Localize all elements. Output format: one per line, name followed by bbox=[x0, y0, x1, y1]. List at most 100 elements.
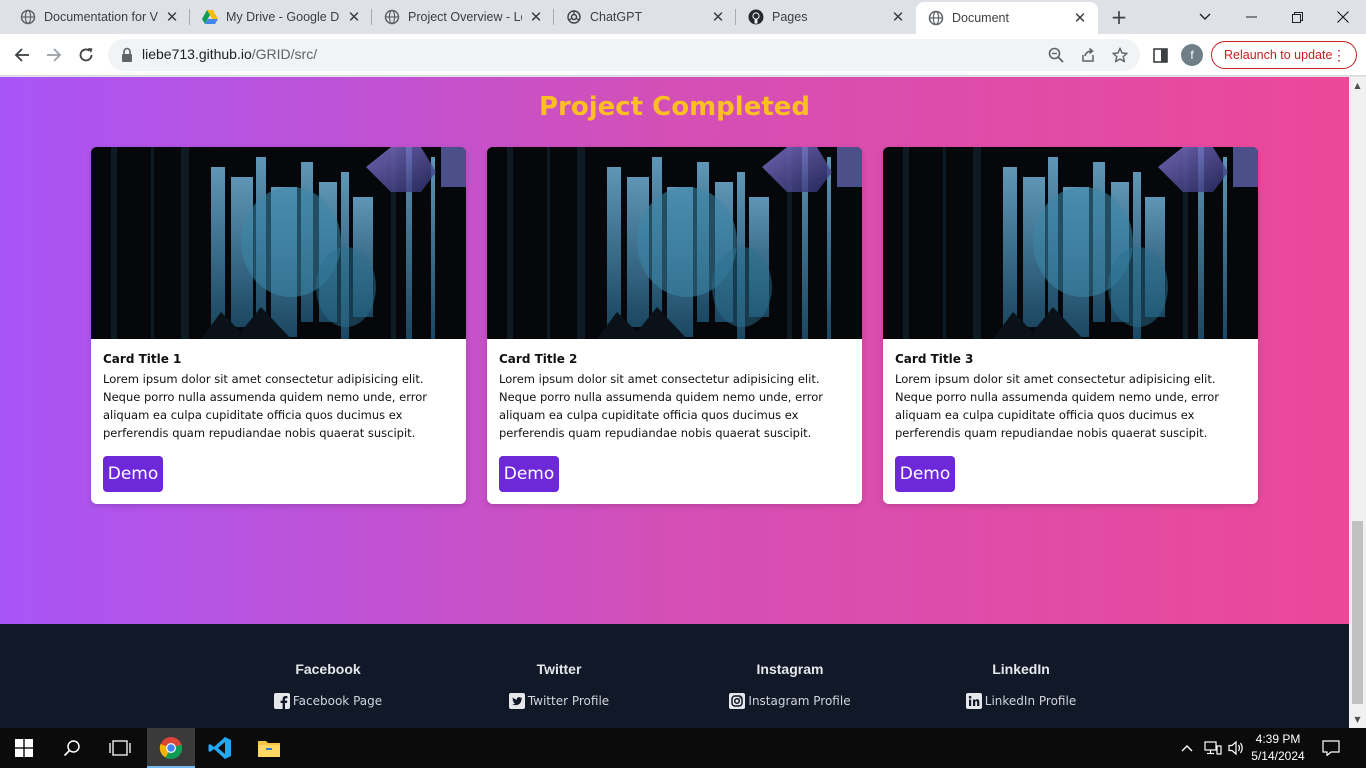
tab-title: ChatGPT bbox=[590, 10, 643, 24]
tab-title: Project Overview - Lo bbox=[408, 10, 522, 24]
address-bar[interactable]: liebe713.github.io/GRID/src/ bbox=[108, 39, 1140, 71]
github-icon bbox=[748, 9, 764, 25]
tab-google-drive[interactable]: My Drive - Google Dr ✕ bbox=[190, 0, 372, 34]
close-tab-icon[interactable]: ✕ bbox=[1072, 9, 1088, 27]
projects-section: Project Completed Card Title 1 Lorem ips… bbox=[0, 77, 1349, 624]
facebook-icon bbox=[273, 693, 290, 709]
new-tab-button[interactable]: + bbox=[1108, 5, 1130, 29]
twitter-link[interactable]: Twitter Profile bbox=[459, 693, 659, 709]
side-panel-button[interactable] bbox=[1147, 42, 1173, 68]
arrow-right-icon bbox=[47, 48, 62, 62]
network-icon[interactable] bbox=[1204, 728, 1222, 768]
tab-title: Document bbox=[952, 11, 1009, 25]
card-image bbox=[883, 147, 1258, 339]
footer-heading: Facebook bbox=[295, 661, 361, 677]
page-scrollbar[interactable]: ▲ ▼ bbox=[1349, 77, 1366, 728]
demo-button[interactable]: Demo bbox=[103, 456, 163, 492]
url-path: /GRID/src/ bbox=[251, 46, 318, 62]
footer-heading: Instagram bbox=[756, 661, 824, 677]
footer-link-label: Twitter Profile bbox=[527, 694, 610, 708]
close-tab-icon[interactable]: ✕ bbox=[528, 8, 544, 26]
reload-button[interactable] bbox=[73, 42, 99, 68]
chatgpt-icon bbox=[566, 9, 582, 25]
volume-icon[interactable] bbox=[1228, 728, 1246, 768]
linkedin-link[interactable]: LinkedIn Profile bbox=[921, 693, 1121, 709]
footer-column-facebook: Facebook Facebook Page bbox=[228, 661, 428, 709]
demo-button[interactable]: Demo bbox=[895, 456, 955, 492]
instagram-icon bbox=[729, 693, 746, 709]
card-image bbox=[91, 147, 466, 339]
google-drive-icon bbox=[202, 9, 218, 25]
footer-column-twitter: Twitter Twitter Profile bbox=[459, 661, 659, 709]
url-host: liebe713.github.io bbox=[142, 46, 252, 62]
scroll-down-arrow-icon[interactable]: ▼ bbox=[1349, 711, 1366, 728]
tab-chatgpt[interactable]: ChatGPT ✕ bbox=[554, 0, 736, 34]
scrollbar-thumb[interactable] bbox=[1352, 521, 1363, 704]
project-card: Card Title 2 Lorem ipsum dolor sit amet … bbox=[487, 147, 862, 504]
vscode-taskbar-button[interactable] bbox=[196, 728, 244, 768]
footer-link-label: Facebook Page bbox=[292, 694, 383, 708]
share-icon[interactable] bbox=[1078, 45, 1098, 65]
tab-search-chevron-down-icon[interactable] bbox=[1182, 0, 1228, 34]
search-icon bbox=[63, 740, 80, 757]
arrow-left-icon bbox=[14, 48, 29, 62]
relaunch-label: Relaunch to update bbox=[1224, 48, 1333, 62]
side-panel-icon bbox=[1152, 47, 1168, 63]
minimize-button[interactable] bbox=[1228, 0, 1274, 34]
back-button[interactable] bbox=[9, 42, 35, 68]
windows-logo-icon bbox=[15, 739, 33, 757]
footer-column-instagram: Instagram Instagram Profile bbox=[690, 661, 890, 709]
taskbar-clock[interactable]: 4:39 PM 5/14/2024 bbox=[1250, 731, 1306, 765]
folder-icon bbox=[258, 741, 280, 757]
browser-toolbar: liebe713.github.io/GRID/src/ f Relaunch … bbox=[0, 34, 1366, 76]
tab-title: Documentation for Vi bbox=[44, 10, 158, 24]
instagram-link[interactable]: Instagram Profile bbox=[690, 693, 890, 709]
file-explorer-taskbar-button[interactable] bbox=[245, 728, 293, 768]
zoom-icon[interactable] bbox=[1046, 45, 1066, 65]
chrome-taskbar-button[interactable] bbox=[147, 728, 195, 768]
scroll-up-arrow-icon[interactable]: ▲ bbox=[1349, 77, 1366, 94]
tab-project-overview[interactable]: Project Overview - Lo ✕ bbox=[372, 0, 554, 34]
bookmark-star-icon[interactable] bbox=[1110, 45, 1130, 65]
footer-link-label: LinkedIn Profile bbox=[984, 694, 1077, 708]
show-hidden-icons-chevron-up-icon[interactable] bbox=[1181, 728, 1197, 768]
task-view-button[interactable] bbox=[96, 728, 144, 768]
close-tab-icon[interactable]: ✕ bbox=[890, 8, 906, 26]
twitter-icon bbox=[508, 693, 525, 709]
card-text: Lorem ipsum dolor sit amet consectetur a… bbox=[895, 372, 1219, 440]
profile-avatar[interactable]: f bbox=[1181, 44, 1203, 66]
clock-time: 4:39 PM bbox=[1255, 732, 1301, 746]
tab-title: Pages bbox=[772, 10, 808, 24]
close-tab-icon[interactable]: ✕ bbox=[164, 8, 180, 26]
card-image bbox=[487, 147, 862, 339]
reload-icon bbox=[79, 48, 93, 62]
browser-tab-strip: Documentation for Vi ✕ My Drive - Google… bbox=[0, 0, 1366, 34]
more-vert-icon[interactable]: ⋮ bbox=[1332, 47, 1346, 63]
close-window-button[interactable] bbox=[1320, 0, 1366, 34]
footer-column-linkedin: LinkedIn LinkedIn Profile bbox=[921, 661, 1121, 709]
windows-taskbar: 4:39 PM 5/14/2024 bbox=[0, 728, 1366, 768]
notifications-icon[interactable] bbox=[1322, 728, 1344, 768]
demo-button[interactable]: Demo bbox=[499, 456, 559, 492]
close-tab-icon[interactable]: ✕ bbox=[710, 8, 726, 26]
section-title: Project Completed bbox=[538, 92, 811, 122]
task-view-icon bbox=[109, 740, 131, 756]
card-title: Card Title 2 bbox=[499, 352, 578, 366]
project-card: Card Title 3 Lorem ipsum dolor sit amet … bbox=[883, 147, 1258, 504]
footer-link-label: Instagram Profile bbox=[748, 694, 851, 708]
start-button[interactable] bbox=[0, 728, 48, 768]
facebook-link[interactable]: Facebook Page bbox=[228, 693, 428, 709]
url-text: liebe713.github.io/GRID/src/ bbox=[142, 46, 317, 62]
tab-pages[interactable]: Pages ✕ bbox=[736, 0, 916, 34]
card-text: Lorem ipsum dolor sit amet consectetur a… bbox=[499, 372, 823, 440]
close-tab-icon[interactable]: ✕ bbox=[346, 8, 362, 26]
forward-button[interactable] bbox=[41, 42, 67, 68]
globe-icon bbox=[928, 10, 944, 26]
globe-icon bbox=[20, 9, 36, 25]
search-button[interactable] bbox=[48, 728, 96, 768]
relaunch-button[interactable]: Relaunch to update ⋮ bbox=[1211, 41, 1357, 69]
tab-documentation[interactable]: Documentation for Vi ✕ bbox=[0, 0, 190, 34]
globe-icon bbox=[384, 9, 400, 25]
restore-button[interactable] bbox=[1274, 0, 1320, 34]
tab-document[interactable]: Document ✕ bbox=[916, 2, 1098, 34]
